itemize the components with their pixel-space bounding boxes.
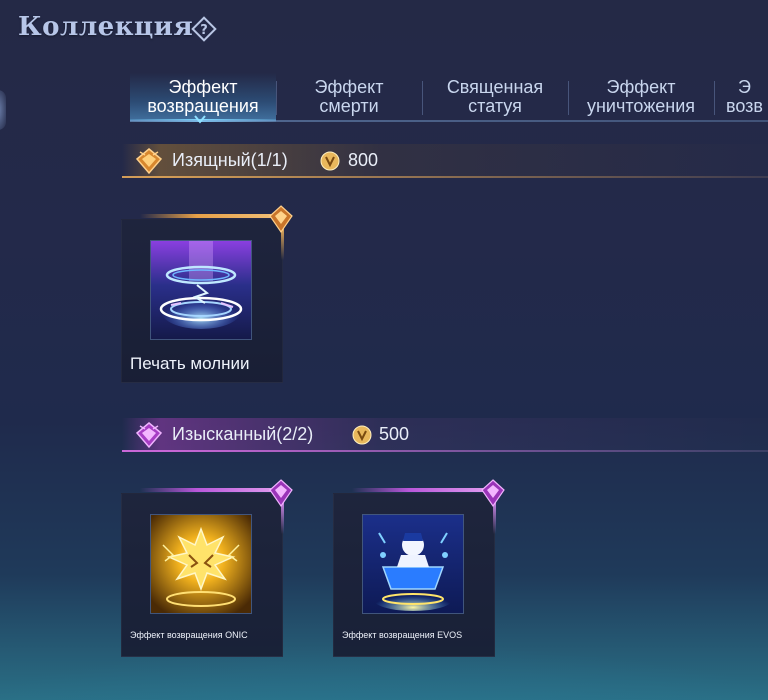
tab-elimination-effect[interactable]: Эффект уничтожения — [568, 73, 714, 121]
tab-bar: Эффект возвращения Эффект смерти Священн… — [130, 73, 768, 123]
purple-rank-icon — [135, 422, 163, 449]
purple-corner-ornament-icon — [269, 479, 293, 508]
card-name: Эффект возвращения ONIC — [130, 630, 248, 640]
tab-sacred-statue[interactable]: Священная статуя — [422, 73, 568, 121]
section-divider — [122, 176, 768, 178]
section-header-elegant: Изящный(1/1) 800 — [122, 144, 768, 178]
collection-card-lightning-seal[interactable]: Печать молнии — [121, 205, 293, 383]
evos-recall-thumbnail — [362, 514, 464, 614]
collection-card-onic[interactable]: Эффект возвращения ONIC — [121, 479, 293, 657]
section-title: Изящный(1/1) — [172, 150, 288, 170]
card-frame-top — [352, 488, 494, 492]
active-tab-indicator-icon — [194, 115, 206, 124]
section-header-refined: Изысканный(2/2) 500 — [122, 418, 768, 452]
tab-next-partial[interactable]: Э возв — [714, 73, 768, 121]
tab-death-effect[interactable]: Эффект смерти — [276, 73, 422, 121]
gold-rank-icon — [135, 148, 163, 175]
side-panel-handle[interactable] — [0, 90, 6, 130]
points-value: 800 — [348, 150, 379, 170]
card-name: Печать молнии — [130, 354, 250, 373]
section-divider — [122, 450, 768, 452]
question-diamond-icon[interactable]: ? — [190, 15, 218, 43]
tab-underline — [130, 120, 768, 122]
points-coin-icon — [352, 425, 372, 445]
points-coin-icon — [320, 151, 340, 171]
page-title: Коллекция — [18, 12, 194, 42]
onic-recall-thumbnail — [150, 514, 252, 614]
card-name: Эффект возвращения EVOS — [342, 630, 463, 640]
purple-corner-ornament-icon — [481, 479, 505, 508]
points-value: 500 — [379, 424, 410, 444]
gold-corner-ornament-icon — [269, 205, 293, 234]
card-frame-top — [140, 488, 282, 492]
section-title: Изысканный(2/2) — [172, 424, 314, 444]
card-frame-top — [140, 214, 282, 218]
lightning-seal-thumbnail — [150, 240, 252, 340]
collection-card-evos[interactable]: Эффект возвращения EVOS — [333, 479, 505, 657]
svg-text:?: ? — [200, 23, 208, 38]
